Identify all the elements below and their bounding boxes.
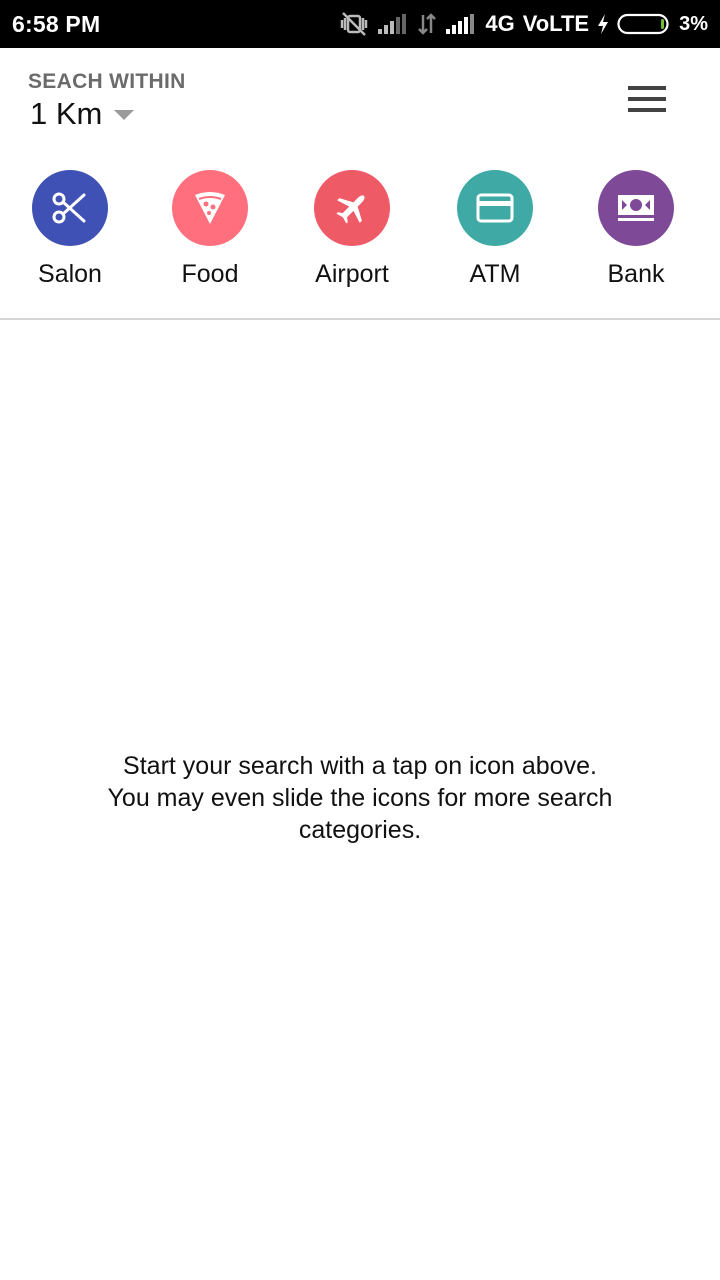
category-label: Food <box>181 260 239 288</box>
search-header: SEACH WITHIN 1 Km <box>0 48 720 158</box>
radius-value: 1 Km <box>30 96 103 131</box>
category-strip[interactable]: Salon Food Airport ATM Bank <box>0 158 720 318</box>
status-icons: 4G VoLTE 3% <box>339 0 708 48</box>
signal-icon <box>377 13 409 35</box>
credit-card-icon <box>457 170 533 246</box>
category-bank[interactable]: Bank <box>571 170 701 289</box>
pizza-icon <box>172 170 248 246</box>
category-food[interactable]: Food <box>145 170 275 289</box>
category-label: Airport <box>315 260 389 288</box>
signal-icon-2 <box>445 13 477 35</box>
radius-dropdown[interactable]: 1 Km <box>30 96 135 132</box>
airplane-icon <box>314 170 390 246</box>
data-transfer-icon <box>417 12 437 36</box>
category-label: ATM <box>469 260 521 288</box>
battery-icon <box>617 13 671 35</box>
status-bar: 6:58 PM 4G VoLTE 3% <box>0 0 720 48</box>
category-salon[interactable]: Salon <box>5 170 135 289</box>
network-type: 4G <box>485 11 515 36</box>
battery-percent: 3% <box>679 12 708 35</box>
dropdown-arrow-icon <box>114 110 135 120</box>
category-label: Salon <box>38 260 102 288</box>
empty-state-message: Start your search with a tap on icon abo… <box>40 750 680 846</box>
charging-icon <box>597 13 609 35</box>
banknote-icon <box>598 170 674 246</box>
category-label: Bank <box>607 260 665 288</box>
volte-label: VoLTE <box>522 11 590 36</box>
hint-line-3: categories. <box>298 816 422 844</box>
status-time: 6:58 PM <box>12 11 101 37</box>
category-atm[interactable]: ATM <box>430 170 560 289</box>
divider <box>0 318 720 320</box>
hint-line-2: You may even slide the icons for more se… <box>107 784 613 812</box>
hint-line-1: Start your search with a tap on icon abo… <box>123 752 597 780</box>
menu-icon[interactable] <box>628 86 668 114</box>
vibrate-off-icon <box>339 11 369 37</box>
search-within-label: SEACH WITHIN <box>28 70 186 93</box>
scissors-icon <box>32 170 108 246</box>
category-airport[interactable]: Airport <box>287 170 417 289</box>
